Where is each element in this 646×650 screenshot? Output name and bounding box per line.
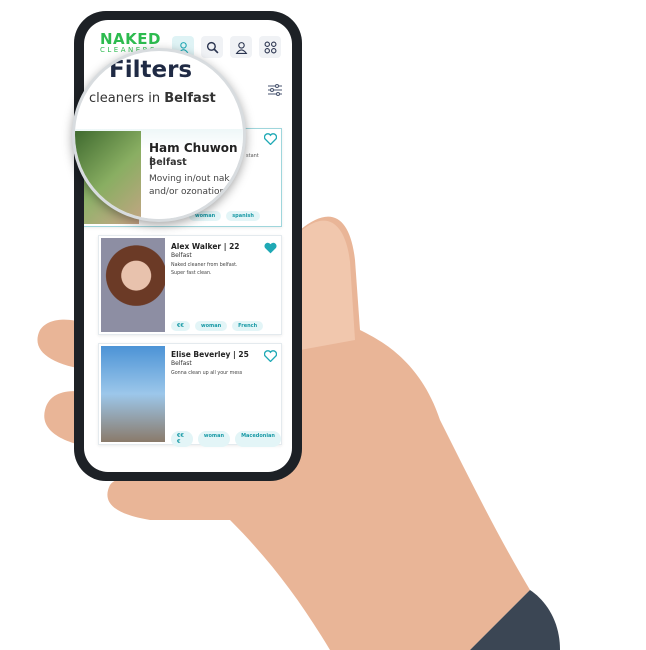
filter-sliders-icon[interactable] [268,84,282,96]
tag: Macedonian [235,431,281,447]
cleaner-photo [101,238,165,332]
magnified-photo [75,131,141,219]
menu-button[interactable] [259,36,281,58]
search-icon [206,41,218,53]
page-title: Filters [109,57,193,83]
magnifier-lens: Filters cleaners in Belfast Ham Chuwon |… [72,48,246,222]
search-button[interactable] [201,36,223,58]
tag: €€€ [171,431,193,447]
cleaner-card[interactable]: Alex Walker | 22 Belfast Naked cleaner f… [98,235,282,335]
cleaner-card[interactable]: Elise Beverley | 25 Belfast Gonna clean … [98,343,282,447]
user-icon [235,41,247,54]
tag: €€ [171,321,190,331]
grid-icon [264,41,276,53]
heart-icon[interactable] [264,350,277,362]
page-subtitle: cleaners in Belfast [89,91,216,106]
profile-button[interactable] [230,36,252,58]
tag: woman [197,431,231,447]
heart-filled-icon[interactable] [264,242,277,254]
tag: French [232,321,264,331]
heart-icon[interactable] [264,133,277,145]
cleaner-photo [101,346,165,442]
tag: woman [194,321,228,331]
